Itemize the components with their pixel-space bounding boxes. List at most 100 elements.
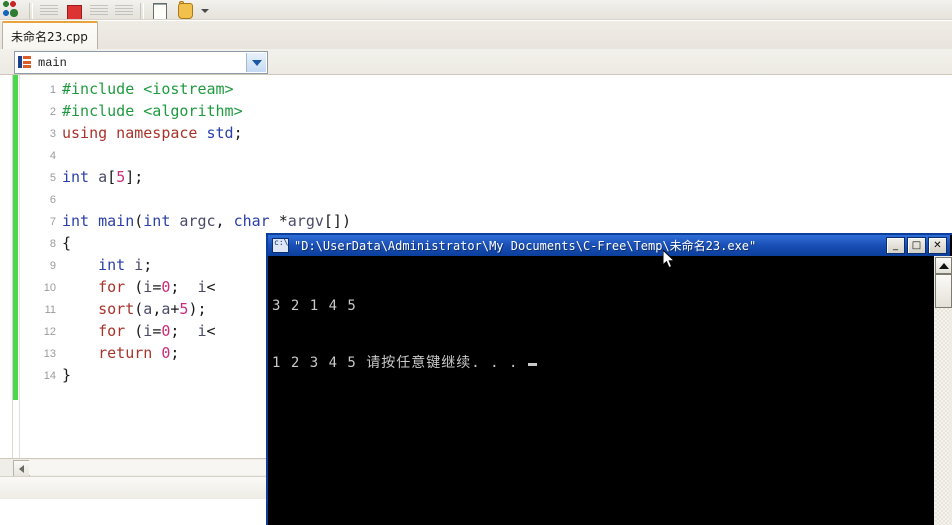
line-number: 12 bbox=[43, 325, 56, 338]
function-select[interactable]: main bbox=[14, 51, 268, 74]
code-token: char bbox=[233, 212, 270, 230]
code-token: i bbox=[197, 278, 207, 296]
stop-icon[interactable] bbox=[63, 1, 85, 19]
line-number: 13 bbox=[43, 347, 56, 360]
console-line: 3 2 1 4 5 bbox=[272, 298, 357, 314]
maximize-button[interactable]: □ bbox=[907, 237, 926, 254]
code-line[interactable]: 1 #include <iostream> bbox=[20, 78, 952, 100]
watch-icon[interactable] bbox=[149, 1, 171, 19]
code-token: return bbox=[98, 344, 153, 362]
console-line-text: 1 2 3 4 5 请按任意键继续. . . bbox=[272, 355, 528, 371]
code-token: for bbox=[98, 322, 126, 340]
line-number: 10 bbox=[43, 281, 56, 294]
code-token: int bbox=[62, 212, 90, 230]
console-output[interactable]: 3 2 1 4 5 1 2 3 4 5 请按任意键继续. . . bbox=[268, 256, 934, 525]
code-token: ( bbox=[125, 322, 144, 340]
console-title-bar[interactable]: "D:\UserData\Administrator\My Documents\… bbox=[268, 235, 950, 256]
code-line[interactable]: 2 #include <algorithm> bbox=[20, 100, 952, 122]
code-line[interactable]: 5 int a[5]; bbox=[20, 166, 952, 188]
combo-row: main bbox=[0, 49, 952, 75]
tab-label: 未命名23.cpp bbox=[11, 29, 88, 44]
close-button[interactable]: ✕ bbox=[928, 237, 947, 254]
code-token: std bbox=[206, 124, 234, 142]
code-token: int bbox=[62, 168, 90, 186]
line-number: 11 bbox=[44, 303, 56, 316]
code-token: #include bbox=[62, 102, 135, 120]
toolbar-separator bbox=[29, 3, 33, 19]
console-icon bbox=[272, 238, 289, 253]
code-token: a bbox=[143, 300, 153, 318]
code-token: { bbox=[62, 234, 72, 252]
minimize-button[interactable]: _ bbox=[886, 237, 905, 254]
console-vertical-scrollbar[interactable] bbox=[933, 256, 952, 525]
step-over-icon bbox=[88, 1, 110, 19]
hand-icon[interactable] bbox=[174, 1, 196, 19]
code-token: ( bbox=[134, 300, 144, 318]
editor-left-rail bbox=[0, 75, 13, 459]
code-line[interactable]: 7 int main(int argc, char *argv[]) bbox=[20, 210, 952, 232]
code-token: a bbox=[98, 168, 108, 186]
line-number: 6 bbox=[49, 193, 56, 206]
code-token: = bbox=[152, 322, 162, 340]
compile-run-icon[interactable] bbox=[2, 1, 24, 19]
code-token: ; bbox=[233, 124, 243, 142]
line-number: 1 bbox=[49, 83, 56, 96]
code-token: ; bbox=[143, 256, 153, 274]
toolbar-separator-2 bbox=[140, 3, 144, 19]
scroll-thumb[interactable] bbox=[935, 274, 952, 308]
code-token: <iostream> bbox=[143, 80, 234, 98]
code-token: ; bbox=[170, 344, 180, 362]
line-number: 14 bbox=[43, 369, 56, 382]
change-marker-bar bbox=[13, 75, 18, 400]
line-number: 5 bbox=[49, 171, 56, 184]
code-token: i bbox=[197, 322, 207, 340]
code-token: argv bbox=[287, 212, 324, 230]
code-token: i bbox=[134, 256, 144, 274]
code-token: [ bbox=[107, 168, 117, 186]
code-line[interactable]: 6 bbox=[20, 188, 952, 210]
code-token: ); bbox=[188, 300, 207, 318]
code-token: < bbox=[206, 322, 216, 340]
chevron-down-icon[interactable] bbox=[246, 53, 266, 72]
tab-strip: 未命名23.cpp bbox=[0, 21, 952, 50]
code-token: ]; bbox=[125, 168, 144, 186]
code-token: ; bbox=[170, 278, 198, 296]
code-token: < bbox=[206, 278, 216, 296]
scroll-track[interactable] bbox=[935, 308, 950, 525]
code-token: * bbox=[269, 212, 288, 230]
scroll-left-icon[interactable] bbox=[13, 460, 30, 477]
console-line: 1 2 3 4 5 请按任意键继续. . . bbox=[272, 354, 934, 373]
code-line[interactable]: 3 using namespace std; bbox=[20, 122, 952, 144]
console-cursor bbox=[527, 363, 537, 366]
tab-untitled23-cpp[interactable]: 未命名23.cpp bbox=[2, 21, 98, 49]
code-line[interactable]: 4 bbox=[20, 144, 952, 166]
toolbar bbox=[0, 0, 952, 20]
overflow-arrow-icon[interactable] bbox=[199, 1, 210, 19]
code-token: <algorithm> bbox=[143, 102, 243, 120]
code-token: int bbox=[98, 256, 126, 274]
code-token: } bbox=[62, 366, 72, 384]
scroll-up-icon[interactable] bbox=[935, 257, 952, 274]
line-number: 8 bbox=[49, 237, 56, 250]
code-token: ( bbox=[134, 212, 144, 230]
code-token: , bbox=[215, 212, 234, 230]
line-number: 9 bbox=[49, 259, 56, 272]
console-window[interactable]: "D:\UserData\Administrator\My Documents\… bbox=[266, 233, 952, 525]
code-token: ; bbox=[170, 322, 198, 340]
line-number: 4 bbox=[49, 149, 56, 162]
code-token: []) bbox=[323, 212, 351, 230]
console-title: "D:\UserData\Administrator\My Documents\… bbox=[294, 239, 757, 253]
line-number: 3 bbox=[49, 127, 56, 140]
code-token: for bbox=[98, 278, 126, 296]
line-number: 7 bbox=[49, 215, 56, 228]
